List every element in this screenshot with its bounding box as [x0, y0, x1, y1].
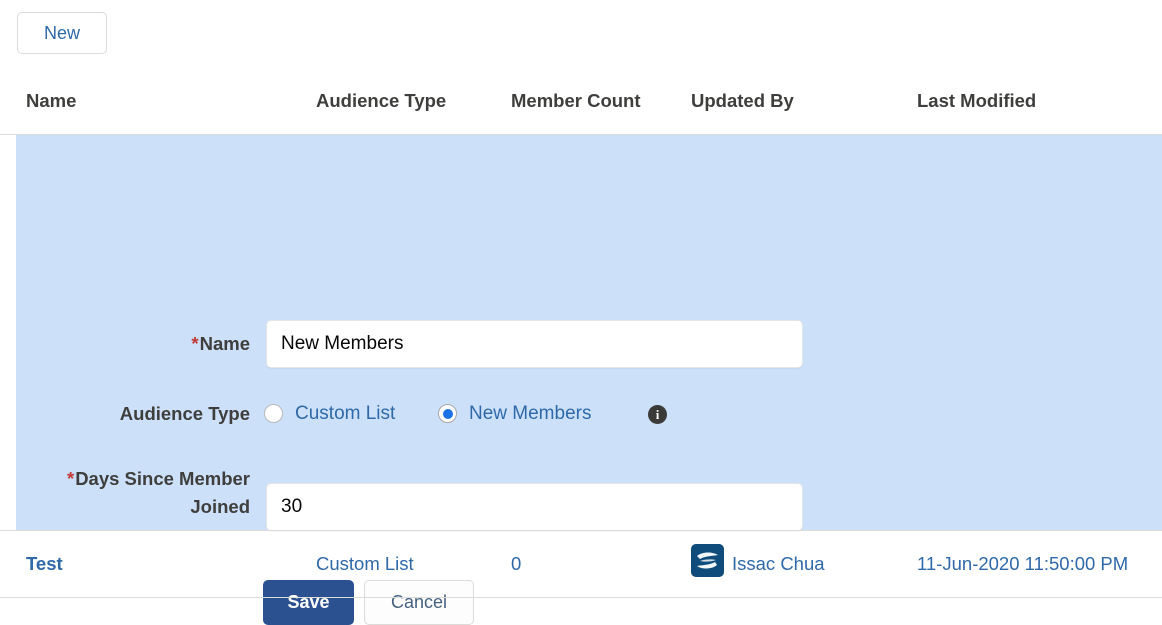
list-toolbar: New: [0, 0, 1162, 68]
radio-label-custom-list: Custom List: [295, 403, 396, 424]
days-required-asterisk: *: [66, 468, 75, 489]
audience-list-page: New Name Audience Type Member Count Upda…: [0, 0, 1162, 625]
info-icon[interactable]: [648, 405, 667, 424]
table-row: Test Custom List 0 Issac Chua 11-Jun-202…: [0, 530, 1162, 598]
name-input[interactable]: [266, 320, 803, 368]
radio-label-new-members: New Members: [469, 403, 592, 424]
cell-member-count[interactable]: 0: [511, 553, 521, 575]
name-label-text: Name: [199, 333, 250, 354]
user-avatar-icon: [691, 544, 724, 577]
name-field-label: *Name: [116, 330, 250, 358]
column-header-name[interactable]: Name: [26, 90, 76, 112]
column-header-audience-type[interactable]: Audience Type: [316, 90, 446, 112]
cell-audience-type[interactable]: Custom List: [316, 553, 414, 575]
column-header-updated-by[interactable]: Updated By: [691, 90, 794, 112]
cell-name[interactable]: Test: [26, 553, 63, 575]
inline-edit-row: *Name Audience Type Custom List New Memb…: [0, 135, 1162, 625]
days-label-line1: Days Since Member: [75, 468, 250, 489]
inline-edit-panel: *Name Audience Type Custom List New Memb…: [16, 135, 1162, 625]
name-required-asterisk: *: [191, 333, 199, 354]
days-since-member-joined-input[interactable]: [266, 483, 803, 531]
days-label-line2: Joined: [190, 496, 250, 517]
audience-table: Name Audience Type Member Count Updated …: [0, 68, 1162, 625]
cell-last-modified[interactable]: 11-Jun-2020 11:50:00 PM: [917, 553, 1128, 575]
table-header-row: Name Audience Type Member Count Updated …: [0, 68, 1162, 135]
days-field-label: *Days Since Member Joined: [46, 465, 250, 521]
column-header-last-modified[interactable]: Last Modified: [917, 90, 1036, 112]
radio-mark-custom-list[interactable]: [264, 404, 283, 423]
radio-mark-new-members[interactable]: [438, 404, 457, 423]
new-button[interactable]: New: [17, 12, 107, 54]
cell-updated-by[interactable]: Issac Chua: [732, 553, 825, 575]
audience-type-field-label: Audience Type: [119, 403, 250, 424]
column-header-member-count[interactable]: Member Count: [511, 90, 641, 112]
